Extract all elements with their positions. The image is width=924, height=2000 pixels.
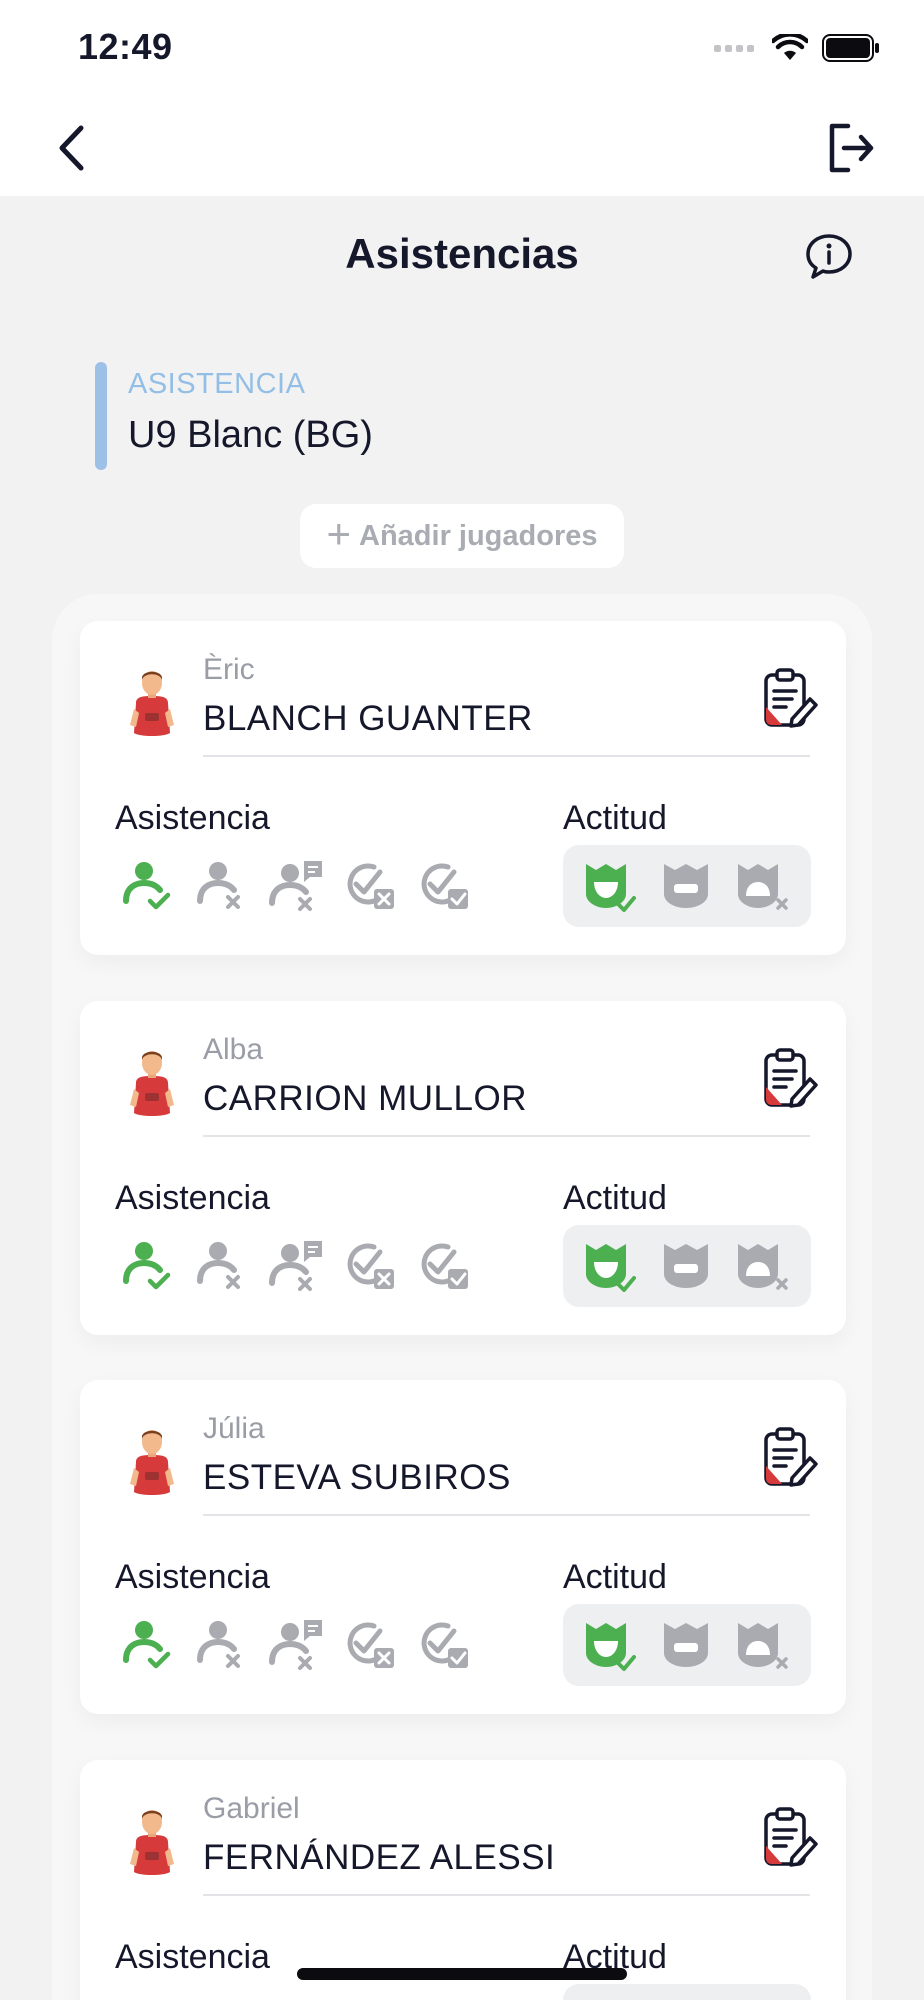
attitude-options <box>563 845 811 927</box>
player-avatar-icon <box>130 671 174 736</box>
divider <box>203 1514 810 1516</box>
injured-icon[interactable] <box>340 1237 406 1295</box>
present-icon[interactable] <box>118 1237 184 1295</box>
attendance-options <box>118 857 480 915</box>
player-card: Júlia ESTEVA SUBIROS Asistencia Actitud <box>80 1380 846 1714</box>
player-card: Gabriel FERNÁNDEZ ALESSI Asistencia Acti… <box>80 1760 846 2000</box>
player-last-name: ESTEVA SUBIROS <box>203 1458 511 1497</box>
attitude-options <box>563 1225 811 1307</box>
player-card: Alba CARRION MULLOR Asistencia Actitud <box>80 1001 846 1335</box>
injured-icon[interactable] <box>340 1616 406 1674</box>
attitude-options <box>563 1604 811 1686</box>
divider <box>203 1135 810 1137</box>
absent-icon[interactable] <box>192 1237 258 1295</box>
status-icons <box>714 34 880 62</box>
late-icon[interactable] <box>414 1237 480 1295</box>
plus-icon: + <box>326 510 352 557</box>
add-players-label: Añadir jugadores <box>359 519 598 552</box>
player-avatar-icon <box>130 1051 174 1116</box>
absent-icon[interactable] <box>192 857 258 915</box>
player-avatar-icon <box>130 1810 174 1875</box>
late-icon[interactable] <box>414 857 480 915</box>
injured-icon[interactable] <box>340 857 406 915</box>
neutral-attitude-icon[interactable] <box>656 1238 718 1294</box>
edit-notes-icon[interactable] <box>760 1426 820 1490</box>
player-last-name: BLANCH GUANTER <box>203 699 533 738</box>
attendance-label: Asistencia <box>115 1179 270 1217</box>
injured-icon[interactable] <box>340 1996 406 2000</box>
late-icon[interactable] <box>414 1616 480 1674</box>
absent-icon[interactable] <box>192 1996 258 2000</box>
player-last-name: FERNÁNDEZ ALESSI <box>203 1838 556 1877</box>
neutral-attitude-icon[interactable] <box>656 1617 718 1673</box>
top-bar: 12:49 <box>0 0 924 196</box>
good-attitude-icon[interactable] <box>580 1238 642 1294</box>
page-title: Asistencias <box>345 230 579 277</box>
attitude-label: Actitud <box>563 1558 667 1596</box>
divider <box>203 755 810 757</box>
absent-icon[interactable] <box>192 1616 258 1674</box>
team-name: U9 Blanc (BG) <box>128 414 373 456</box>
present-icon[interactable] <box>118 1996 184 2000</box>
add-players-button[interactable]: + Añadir jugadores <box>300 504 624 568</box>
justified-absence-icon[interactable] <box>266 1616 332 1674</box>
player-first-name: Alba <box>203 1033 264 1066</box>
edit-notes-icon[interactable] <box>760 1047 820 1111</box>
attitude-label: Actitud <box>563 799 667 837</box>
attendance-options <box>118 1996 480 2000</box>
home-indicator <box>297 1968 627 1980</box>
wifi-icon <box>772 34 808 60</box>
player-first-name: Gabriel <box>203 1792 300 1825</box>
attendance-options <box>118 1237 480 1295</box>
present-icon[interactable] <box>118 1616 184 1674</box>
info-chat-icon[interactable] <box>804 232 854 280</box>
section-label: ASISTENCIA <box>128 368 306 400</box>
player-last-name: CARRION MULLOR <box>203 1079 527 1118</box>
attendance-label: Asistencia <box>115 1558 270 1596</box>
bad-attitude-icon[interactable] <box>732 1617 794 1673</box>
signal-icon <box>714 44 754 52</box>
justified-absence-icon[interactable] <box>266 1996 332 2000</box>
edit-notes-icon[interactable] <box>760 1806 820 1870</box>
player-card: Èric BLANCH GUANTER Asistencia Actitud <box>80 621 846 955</box>
back-chevron-icon[interactable] <box>48 118 98 178</box>
attitude-options <box>563 1984 811 2000</box>
attendance-label: Asistencia <box>115 1938 270 1976</box>
present-icon[interactable] <box>118 857 184 915</box>
late-icon[interactable] <box>414 1996 480 2000</box>
player-first-name: Júlia <box>203 1412 265 1445</box>
section-accent-bar <box>95 362 107 470</box>
status-time: 12:49 <box>78 26 173 67</box>
good-attitude-icon[interactable] <box>580 858 642 914</box>
edit-notes-icon[interactable] <box>760 667 820 731</box>
bad-attitude-icon[interactable] <box>732 858 794 914</box>
good-attitude-icon[interactable] <box>580 1617 642 1673</box>
neutral-attitude-icon[interactable] <box>656 858 718 914</box>
bad-attitude-icon[interactable] <box>732 1238 794 1294</box>
attitude-label: Actitud <box>563 1179 667 1217</box>
justified-absence-icon[interactable] <box>266 857 332 915</box>
attendance-label: Asistencia <box>115 799 270 837</box>
player-first-name: Èric <box>203 653 255 686</box>
player-avatar-icon <box>130 1430 174 1495</box>
logout-icon[interactable] <box>826 120 876 176</box>
divider <box>203 1894 810 1896</box>
justified-absence-icon[interactable] <box>266 1237 332 1295</box>
attendance-options <box>118 1616 480 1674</box>
battery-icon <box>822 34 879 62</box>
